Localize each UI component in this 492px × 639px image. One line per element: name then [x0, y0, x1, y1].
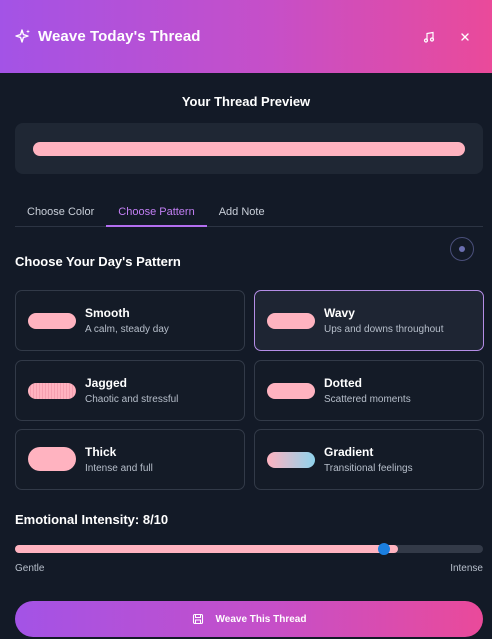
pattern-name: Gradient: [324, 445, 374, 459]
jagged-swatch: [28, 383, 76, 399]
wavy-swatch: [267, 313, 315, 329]
close-icon[interactable]: [452, 24, 478, 50]
weave-button-label: Weave This Thread: [215, 613, 307, 625]
intensity-slider[interactable]: [15, 543, 483, 555]
pattern-section-title: Choose Your Day's Pattern: [15, 254, 181, 269]
pattern-name: Dotted: [324, 376, 362, 390]
pattern-option-dotted[interactable]: Dotted Scattered moments: [254, 360, 484, 421]
pattern-description: Chaotic and stressful: [85, 394, 179, 405]
save-icon: [192, 613, 204, 625]
pattern-description: Scattered moments: [324, 394, 411, 405]
modal-title: Weave Today's Thread: [38, 28, 201, 45]
tab-choose-pattern[interactable]: Choose Pattern: [106, 199, 207, 227]
gradient-swatch: [267, 452, 315, 468]
pattern-description: Intense and full: [85, 463, 153, 474]
pattern-option-jagged[interactable]: Jagged Chaotic and stressful: [15, 360, 245, 421]
pattern-option-smooth[interactable]: Smooth A calm, steady day: [15, 290, 245, 351]
pattern-name: Wavy: [324, 306, 355, 320]
preview-title: Your Thread Preview: [181, 94, 311, 109]
music-note-icon[interactable]: [416, 24, 442, 50]
pattern-option-gradient[interactable]: Gradient Transitional feelings: [254, 429, 484, 490]
pattern-description: A calm, steady day: [85, 324, 169, 335]
tab-add-note[interactable]: Add Note: [207, 199, 277, 227]
smooth-swatch: [28, 313, 76, 329]
intensity-label: Emotional Intensity: 8/10: [15, 512, 169, 527]
header-actions: [416, 24, 478, 50]
thread-preview-box: [15, 123, 483, 174]
pattern-name: Thick: [85, 445, 117, 459]
pattern-description: Ups and downs throughout: [324, 324, 444, 335]
tab-choose-color[interactable]: Choose Color: [15, 199, 106, 227]
modal-body: Your Thread Preview Choose Color Choose …: [0, 73, 492, 639]
pattern-description: Transitional feelings: [324, 463, 413, 474]
modal-header: Weave Today's Thread: [0, 0, 492, 73]
weave-thread-button[interactable]: Weave This Thread: [15, 601, 483, 637]
slider-max-label: Intense: [450, 563, 483, 574]
thread-preview-line: [33, 142, 465, 156]
slider-min-label: Gentle: [15, 563, 45, 574]
pattern-name: Smooth: [85, 306, 130, 320]
intensity-slider-fill: [15, 545, 398, 553]
thick-swatch: [28, 447, 76, 471]
pattern-option-thick[interactable]: Thick Intense and full: [15, 429, 245, 490]
dot-icon: [459, 246, 465, 252]
pattern-option-wavy[interactable]: Wavy Ups and downs throughout: [254, 290, 484, 351]
sparkles-icon: [14, 28, 32, 46]
info-dot-button[interactable]: [450, 237, 474, 261]
dotted-swatch: [267, 383, 315, 399]
pattern-name: Jagged: [85, 376, 128, 390]
tab-bar: Choose Color Choose Pattern Add Note: [15, 199, 483, 227]
intensity-slider-thumb[interactable]: [378, 543, 390, 555]
